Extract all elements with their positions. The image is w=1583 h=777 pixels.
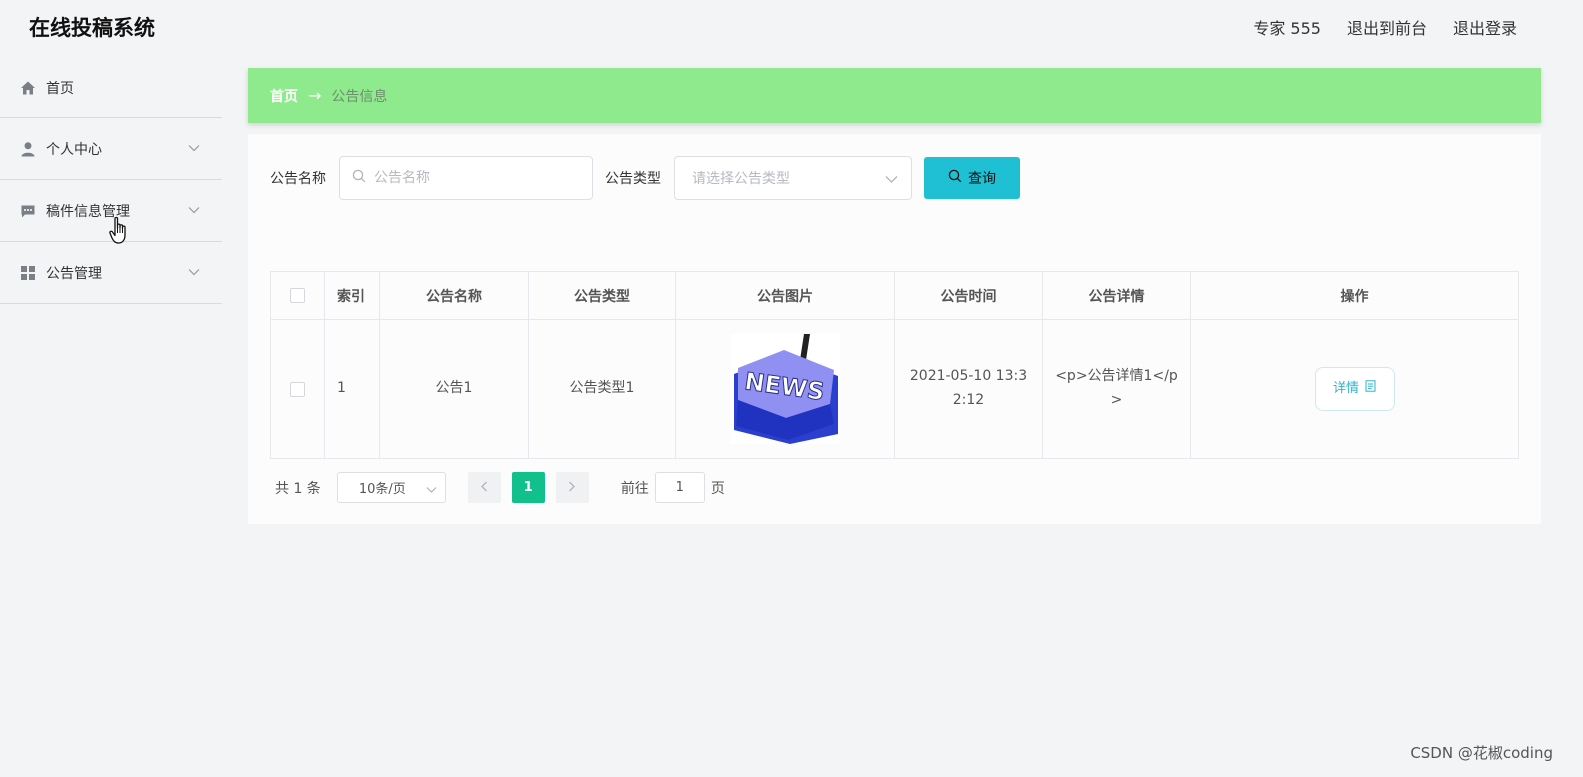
name-input-wrapper [339, 156, 593, 200]
type-label: 公告类型 [605, 171, 661, 187]
cell-name: 公告1 [380, 320, 529, 458]
cell-image: NEWS [676, 320, 895, 458]
column-header-detail: 公告详情 [1043, 272, 1191, 320]
main-panel: 公告名称 公告类型 请选择公告类型 查询 索引 公告名称 [248, 134, 1541, 524]
page-number-button[interactable]: 1 [511, 472, 545, 503]
search-icon [948, 169, 962, 187]
page-size-value: 10条/页 [358, 482, 406, 497]
watermark: CSDN @花椒coding [1410, 744, 1553, 762]
announcement-table: 索引 公告名称 公告类型 公告图片 公告时间 公告详情 操作 1 公告1 公告类… [270, 271, 1519, 459]
pagination: 共 1 条 10条/页 1 前往 1 页 [275, 472, 725, 503]
table-header-row: 索引 公告名称 公告类型 公告图片 公告时间 公告详情 操作 [271, 272, 1518, 320]
hand-pointer-icon [109, 216, 133, 250]
row-checkbox[interactable] [290, 381, 305, 397]
column-header-time: 公告时间 [895, 272, 1043, 320]
table-row: 1 公告1 公告类型1 NEWS 2021-05-10 13:32:12 <p>… [271, 320, 1518, 458]
type-select[interactable]: 请选择公告类型 [674, 156, 912, 200]
cell-detail: <p>公告详情1</p> [1043, 320, 1191, 458]
header-actions: 专家 555 退出到前台 退出登录 [1253, 15, 1517, 39]
detail-button-label: 详情 [1332, 380, 1359, 396]
chevron-down-icon [188, 202, 200, 218]
grid-icon [19, 264, 36, 281]
top-header: 在线投稿系统 专家 555 退出到前台 退出登录 [0, 0, 1583, 52]
goto-label: 前往 [620, 480, 649, 497]
search-form: 公告名称 公告类型 请选择公告类型 查询 [270, 156, 1020, 200]
logout-link[interactable]: 退出登录 [1453, 15, 1517, 39]
column-header-index: 索引 [325, 272, 380, 320]
chevron-down-icon [188, 140, 200, 156]
name-label: 公告名称 [270, 171, 326, 187]
search-icon [352, 169, 366, 187]
column-header-action: 操作 [1191, 272, 1518, 320]
sidebar-item-personal-center[interactable]: 个人中心 [0, 118, 222, 180]
query-button-label: 查询 [968, 171, 996, 187]
app-title: 在线投稿系统 [29, 16, 155, 40]
select-all-cell [271, 272, 325, 320]
name-search-input[interactable] [374, 170, 574, 186]
chevron-down-icon [426, 483, 437, 498]
breadcrumb-arrow: → [308, 86, 322, 105]
row-select-cell [271, 320, 325, 458]
sidebar-item-label: 个人中心 [46, 141, 102, 158]
sidebar-item-announcement-management[interactable]: 公告管理 [0, 242, 222, 304]
cell-time: 2021-05-10 13:32:12 [895, 320, 1043, 458]
user-icon [19, 140, 36, 157]
cell-action: 详情 [1191, 320, 1518, 458]
exit-to-front-link[interactable]: 退出到前台 [1347, 15, 1427, 39]
breadcrumb-home-link[interactable]: 首页 [270, 86, 298, 106]
select-all-checkbox[interactable] [290, 288, 305, 303]
user-label: 专家 555 [1253, 19, 1321, 38]
document-icon [1365, 378, 1376, 400]
news-thumbnail[interactable]: NEWS [730, 334, 840, 444]
page-suffix: 页 [710, 480, 725, 497]
breadcrumb-current: 公告信息 [331, 88, 388, 105]
chat-icon [19, 202, 36, 219]
cell-index: 1 [325, 320, 380, 458]
breadcrumb: 首页 → 公告信息 [248, 68, 1541, 123]
chevron-down-icon [885, 172, 898, 188]
chevron-down-icon [188, 264, 200, 280]
type-select-placeholder: 请选择公告类型 [692, 171, 790, 187]
prev-page-button[interactable] [467, 472, 501, 503]
sidebar-item-label: 公告管理 [46, 265, 102, 282]
cell-type: 公告类型1 [529, 320, 676, 458]
home-icon [19, 79, 36, 96]
sidebar-item-home[interactable]: 首页 [0, 58, 222, 118]
column-header-name: 公告名称 [380, 272, 529, 320]
page-size-select[interactable]: 10条/页 [336, 472, 446, 503]
pagination-total: 共 1 条 [275, 480, 321, 497]
query-button[interactable]: 查询 [924, 157, 1020, 199]
column-header-image: 公告图片 [676, 272, 895, 320]
goto-page-input[interactable]: 1 [654, 472, 705, 503]
detail-button[interactable]: 详情 [1314, 367, 1395, 411]
sidebar: 首页 个人中心 稿件信息管理 公告管理 [0, 58, 222, 304]
chevron-left-icon [480, 480, 488, 496]
column-header-type: 公告类型 [529, 272, 676, 320]
chevron-right-icon [568, 480, 576, 496]
next-page-button[interactable] [555, 472, 589, 503]
sidebar-item-label: 首页 [46, 80, 74, 97]
